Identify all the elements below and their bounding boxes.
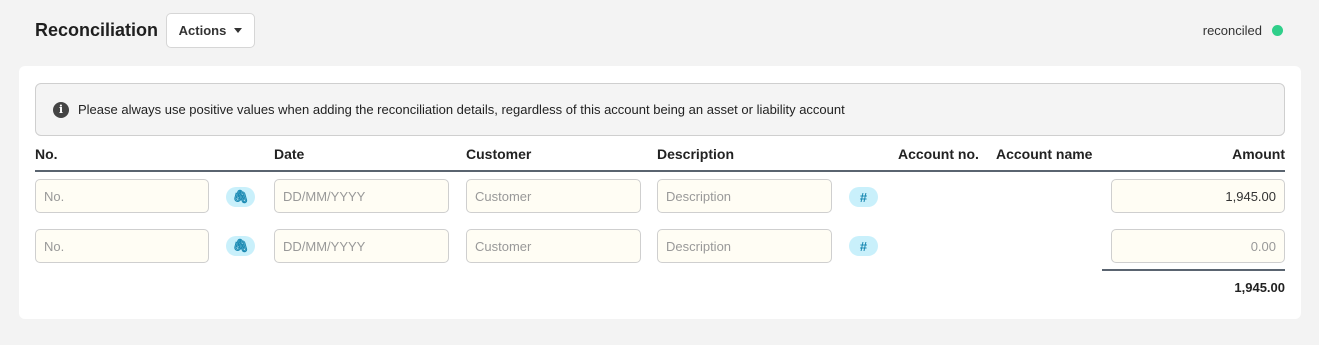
caret-down-icon: [234, 28, 243, 33]
page-header: Reconciliation Actions reconciled: [0, 0, 1319, 64]
column-header-account-no: Account no.: [898, 146, 979, 162]
column-header-description: Description: [657, 146, 735, 162]
table-header-divider: [35, 170, 1285, 172]
row-1-attachment-icon[interactable]: 🖇: [226, 187, 255, 207]
total-divider: [1102, 269, 1285, 271]
actions-label: Actions: [178, 23, 227, 38]
column-header-customer: Customer: [466, 146, 532, 162]
row-2-no-input[interactable]: No.: [35, 229, 209, 263]
info-icon: i: [53, 101, 69, 118]
column-header-account-name: Account name: [996, 146, 1093, 162]
row-2-date-input[interactable]: DD/MM/YYYY: [274, 229, 449, 263]
row-1-amount-input[interactable]: 1,945.00: [1111, 179, 1285, 213]
row-1-hashtag-icon[interactable]: #: [849, 187, 878, 207]
actions-dropdown-button[interactable]: Actions: [166, 13, 255, 48]
row-2-description-input[interactable]: Description: [657, 229, 832, 263]
row-2-hashtag-icon[interactable]: #: [849, 236, 878, 256]
status-label: reconciled: [1202, 23, 1262, 38]
row-2-attachment-icon[interactable]: 🖇: [226, 236, 255, 256]
page-title: Reconciliation: [35, 20, 159, 40]
info-banner: i Please always use positive values when…: [35, 83, 1285, 136]
amount-total: 1,945.00: [1234, 280, 1285, 295]
column-header-amount: Amount: [1232, 146, 1285, 162]
status-dot-icon: [1272, 25, 1283, 36]
column-header-no: No.: [35, 146, 58, 162]
column-header-date: Date: [274, 146, 305, 162]
row-1-date-input[interactable]: DD/MM/YYYY: [274, 179, 449, 213]
reconciliation-status: reconciled: [1203, 23, 1283, 38]
row-2-amount-input[interactable]: 0.00: [1111, 229, 1285, 263]
reconciliation-card: i Please always use positive values when…: [19, 66, 1301, 319]
row-1-description-input[interactable]: Description: [657, 179, 832, 213]
row-1-no-input[interactable]: No.: [35, 179, 209, 213]
row-2-customer-input[interactable]: Customer: [466, 229, 641, 263]
row-1-customer-input[interactable]: Customer: [466, 179, 641, 213]
info-text: Please always use positive values when a…: [78, 102, 845, 117]
